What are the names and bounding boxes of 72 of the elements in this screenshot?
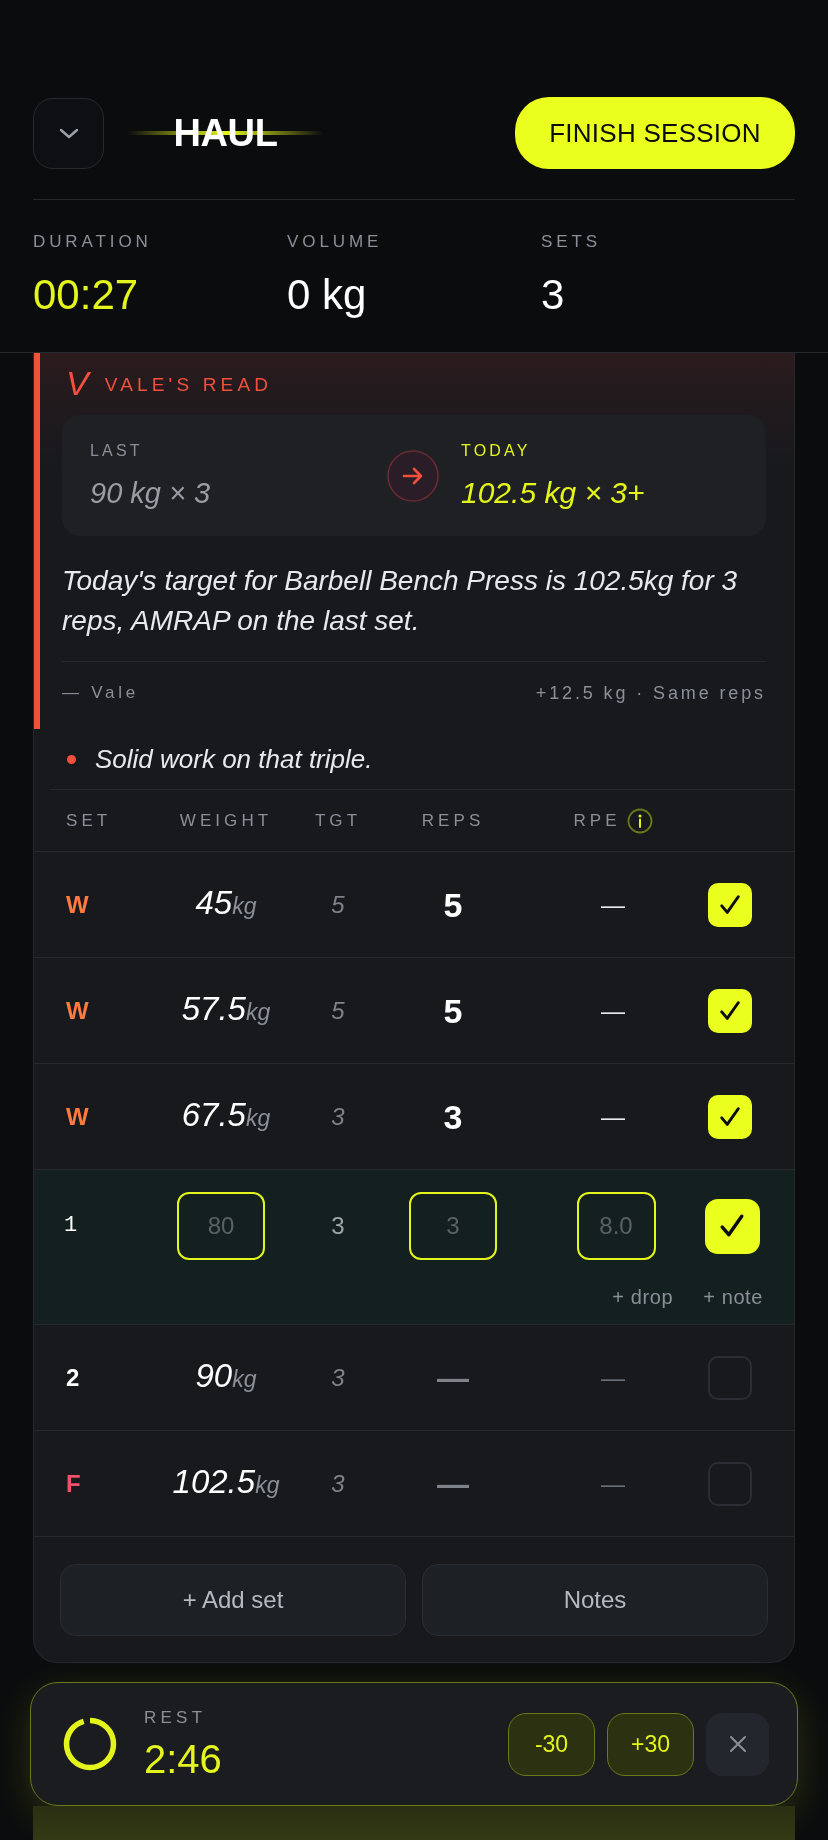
stat-value: 3: [541, 273, 565, 317]
today-label: TODAY: [461, 441, 531, 460]
reps-value: 5: [443, 884, 463, 925]
weight-input[interactable]: 80: [177, 1192, 265, 1260]
stat-label: DURATION: [33, 232, 152, 252]
weight-value: 67.5kg: [181, 1095, 271, 1135]
rpe-value: —: [601, 996, 625, 1025]
action-button[interactable]: Notes: [422, 1564, 768, 1636]
reps-value: 3: [443, 1096, 463, 1137]
rest-label: REST: [144, 1708, 207, 1728]
target-change: +12.5 kg · Same reps: [535, 683, 766, 703]
weight-value: 102.5kg: [172, 1462, 280, 1502]
stat-value: 0 kg: [287, 273, 367, 317]
reps-value: 5: [443, 990, 463, 1031]
set-label: 1: [64, 1213, 78, 1239]
today-value: 102.5 kg × 3+: [461, 475, 645, 510]
column-header: REPS: [421, 810, 485, 831]
close-button[interactable]: [706, 1712, 769, 1776]
row-action-link[interactable]: + drop: [612, 1285, 674, 1309]
stat-label: VOLUME: [287, 232, 383, 252]
tick-icon: [719, 893, 741, 916]
last-label: LAST: [90, 441, 143, 460]
target-reps: 3: [331, 1212, 345, 1240]
coach-signature: — Vale: [62, 683, 139, 703]
column-header: RPE: [573, 810, 621, 831]
adjust-time-button[interactable]: +30: [607, 1712, 694, 1776]
reps-value: —: [437, 1358, 469, 1398]
last-value: 90 kg × 3: [90, 475, 211, 510]
chevron-down-icon: [58, 127, 79, 139]
rpe-value: —: [601, 1469, 625, 1498]
set-label: W: [66, 1102, 89, 1131]
rpe-value: —: [601, 1102, 625, 1131]
stat-label: SETS: [541, 232, 602, 252]
tick-icon: [719, 1105, 741, 1128]
target-reps: 5: [331, 996, 345, 1025]
target-reps: 3: [331, 1469, 345, 1498]
close-icon: [728, 1735, 747, 1753]
rpe-input[interactable]: 8.0: [576, 1192, 656, 1260]
column-header: TGT: [314, 810, 362, 831]
rpe-value: —: [601, 890, 625, 919]
set-label: W: [66, 890, 89, 919]
weight-value: 90kg: [195, 1356, 257, 1396]
finish-session-button[interactable]: FINISH SESSION: [515, 97, 795, 169]
target-reps: 5: [331, 890, 345, 919]
row-action-link[interactable]: + note: [703, 1285, 763, 1309]
column-header: SET: [66, 810, 112, 831]
adjust-time-button[interactable]: -30: [508, 1712, 595, 1776]
set-label: W: [66, 996, 89, 1025]
weight-value: 57.5kg: [181, 989, 271, 1029]
tick-icon: [719, 1213, 745, 1239]
reps-input[interactable]: 3: [409, 1192, 497, 1260]
tick-icon: [719, 999, 741, 1022]
coach-note: Solid work on that triple.: [95, 744, 373, 774]
checkbox[interactable]: [708, 1094, 752, 1139]
target-reps: 3: [331, 1363, 345, 1392]
action-button[interactable]: + Add set: [60, 1564, 406, 1636]
rest-time: 2:46: [144, 1738, 222, 1780]
set-label: 2: [66, 1363, 80, 1392]
reps-value: —: [437, 1464, 469, 1504]
stat-value: 00:27: [33, 273, 139, 317]
checkbox[interactable]: [708, 988, 752, 1033]
set-label: F: [66, 1469, 81, 1498]
coach-title: VALE'S READ: [104, 374, 273, 396]
rpe-value: —: [601, 1363, 625, 1392]
checkbox[interactable]: [708, 882, 752, 927]
coach-message: Today's target for Barbell Bench Press is 102.5kg for 3 reps, AMRAP on the last set.: [62, 564, 739, 638]
coach-initial: V: [66, 363, 89, 403]
weight-value: 45kg: [195, 883, 257, 923]
arrow-right-icon: [387, 449, 439, 502]
column-header: WEIGHT: [179, 810, 273, 831]
target-reps: 3: [331, 1102, 345, 1131]
checkbox[interactable]: [704, 1198, 760, 1254]
